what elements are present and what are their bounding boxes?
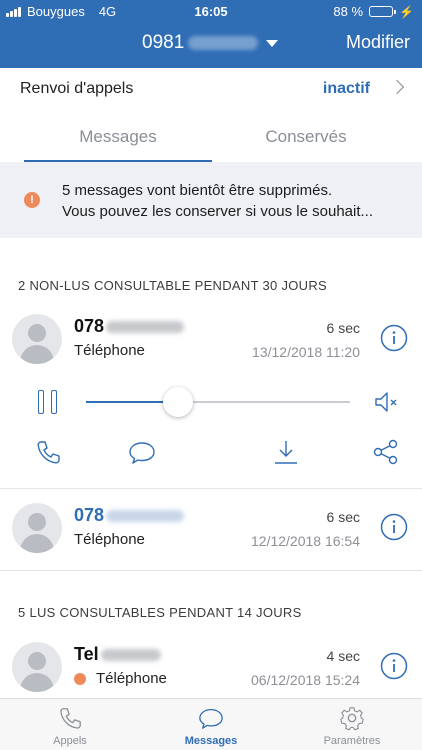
voicemail-item[interactable]: 078 Téléphone 6 sec 12/12/2018 16:54 [0, 503, 422, 559]
download-icon[interactable] [272, 438, 300, 466]
caller-type: Téléphone [74, 531, 145, 548]
expiring-dot-icon [74, 672, 86, 685]
call-forwarding-row[interactable]: Renvoi d'appels inactif [0, 68, 422, 112]
speaker-mute-icon[interactable] [374, 390, 400, 414]
avatar [12, 503, 62, 553]
tabbar-item-parametres[interactable]: Paramètres [282, 705, 422, 747]
share-icon[interactable] [372, 438, 400, 466]
app-header: Bouygues 4G 16:05 88 % ⚡ 0981 Modifier [0, 0, 422, 68]
message-date: 06/12/2018 15:24 [251, 672, 360, 688]
playback-slider-thumb[interactable] [163, 387, 194, 417]
tabbar-item-appels[interactable]: Appels [0, 705, 140, 747]
divider [0, 488, 422, 489]
redacted-number [188, 36, 259, 50]
divider [0, 570, 422, 571]
phone-icon [60, 708, 81, 729]
caller-name: Tel [74, 644, 161, 665]
message-duration: 4 sec [326, 648, 360, 664]
redacted-number [106, 320, 185, 333]
message-actions [0, 434, 422, 470]
voicemail-item[interactable]: 078 Téléphone 6 sec 13/12/2018 11:20 [0, 314, 422, 370]
battery-icon [369, 6, 397, 17]
message-duration: 6 sec [326, 320, 360, 336]
chevron-right-icon [389, 79, 405, 95]
tabbar-label: Paramètres [323, 735, 381, 747]
phone-icon[interactable] [34, 438, 62, 466]
line-selector[interactable]: 0981 [142, 32, 259, 54]
line-number: 0981 [142, 32, 185, 53]
status-bar: Bouygues 4G 16:05 88 % ⚡ [0, 0, 422, 22]
bottom-tab-bar: Appels Messages Paramètres [0, 698, 422, 750]
tabbar-label: Appels [53, 735, 87, 747]
chat-icon [199, 708, 223, 729]
caret-down-icon[interactable] [266, 40, 278, 47]
warning-line-2: Vous pouvez les conserver si vous le sou… [62, 203, 374, 220]
message-date: 13/12/2018 11:20 [252, 344, 360, 360]
caller-name: 078 [74, 316, 185, 337]
info-icon[interactable] [380, 513, 408, 541]
nav-bar: 0981 Modifier [0, 28, 422, 60]
redacted-name [100, 648, 161, 661]
deletion-warning-banner[interactable]: ! 5 messages vont bientôt être supprimés… [0, 162, 422, 238]
tab-messages[interactable]: Messages [24, 112, 212, 162]
tab-conserves-label: Conservés [265, 127, 347, 146]
section-title-unread: 2 NON-LUS CONSULTABLE PENDANT 30 JOURS [18, 278, 328, 293]
call-forwarding-label: Renvoi d'appels [20, 80, 134, 97]
charging-icon: ⚡ [399, 4, 414, 19]
message-date: 12/12/2018 16:54 [251, 533, 360, 549]
tab-messages-label: Messages [79, 127, 157, 146]
gear-icon [340, 707, 364, 731]
voicemail-item[interactable]: Tel Téléphone 4 sec 06/12/2018 15:24 [0, 642, 422, 698]
tabbar-label: Messages [184, 735, 238, 747]
audio-player [0, 380, 422, 424]
battery-percent: 88 % [333, 4, 364, 19]
modify-button[interactable]: Modifier [346, 32, 410, 53]
caller-type: Téléphone [74, 670, 167, 687]
avatar [12, 314, 62, 364]
caller-type: Téléphone [74, 342, 145, 359]
warning-icon: ! [24, 192, 40, 208]
warning-line-1: 5 messages vont bientôt être supprimés. [62, 182, 333, 199]
redacted-number [106, 509, 185, 522]
info-icon[interactable] [380, 652, 408, 680]
pause-icon[interactable] [38, 390, 60, 414]
tab-conserves[interactable]: Conservés [212, 112, 400, 162]
chat-icon[interactable] [128, 438, 156, 466]
segment-tabs: Messages Conservés [0, 112, 422, 162]
section-title-read: 5 LUS CONSULTABLES PENDANT 14 JOURS [18, 605, 302, 620]
info-icon[interactable] [380, 324, 408, 352]
caller-name: 078 [74, 505, 185, 526]
tabbar-item-messages[interactable]: Messages [141, 705, 281, 747]
avatar [12, 642, 62, 692]
playback-slider[interactable] [86, 401, 350, 403]
call-forwarding-state: inactif [322, 80, 370, 97]
message-duration: 6 sec [326, 509, 360, 525]
